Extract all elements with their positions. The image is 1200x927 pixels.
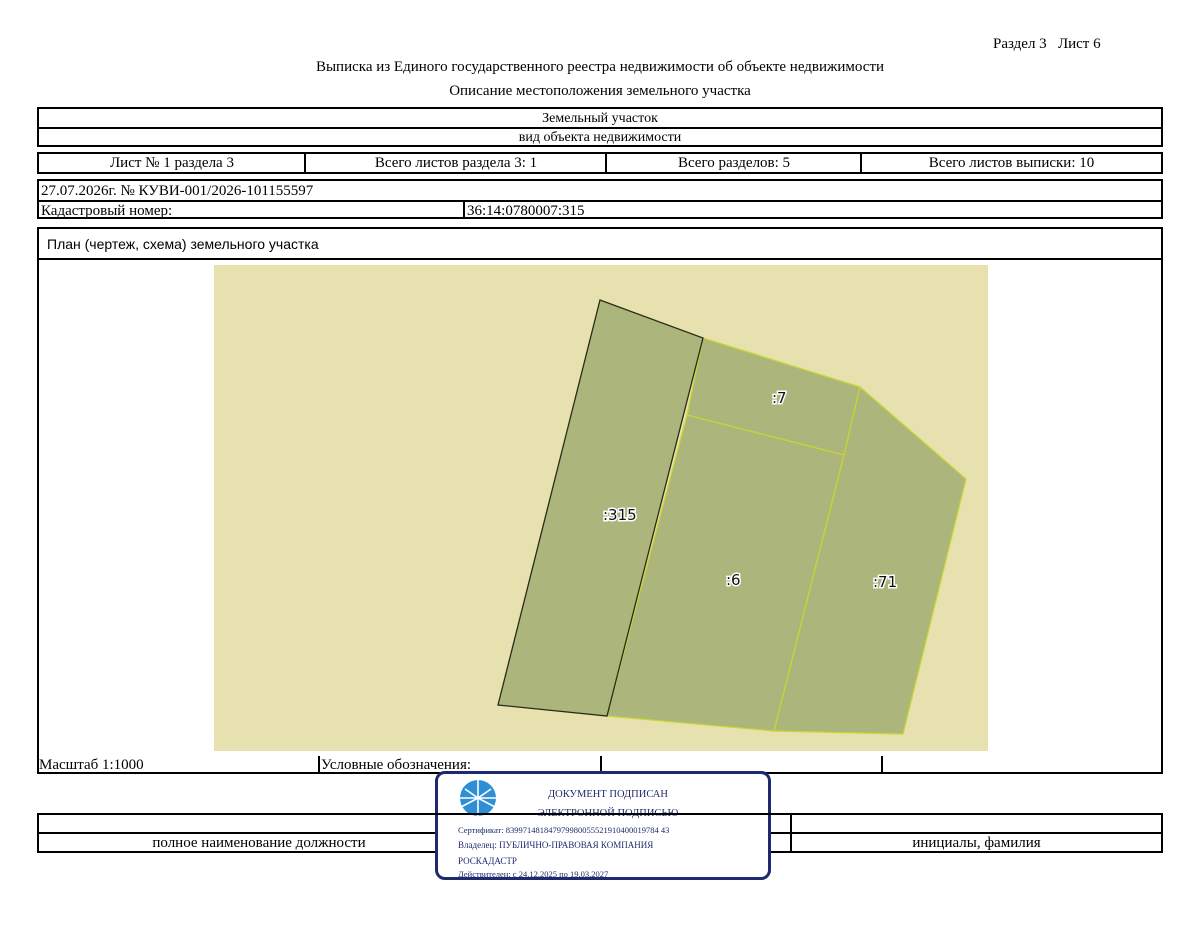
object-type: Земельный участок	[542, 111, 658, 126]
cadastral-number: 36:14:0780007:315	[467, 203, 585, 219]
page-title: Выписка из Единого государственного реес…	[315, 59, 885, 75]
initials-caption: инициалы, фамилия	[912, 835, 1041, 851]
sheets-row: Лист № 1 раздела 3 Всего листов раздела …	[37, 152, 1163, 174]
position-caption: полное наименование должности	[152, 835, 366, 851]
date-number: 27.07.2026г. № КУВИ-001/2026-101155597	[41, 183, 314, 199]
parcel-71-label: :71	[873, 573, 897, 591]
total-section-sheets: Всего листов раздела 3: 1	[374, 155, 538, 171]
sheet-number: Лист 6	[1057, 36, 1101, 52]
stamp-certificate: Сертификат: 8399714818479799800555219104…	[458, 825, 670, 835]
section-number: Раздел 3 Лист 6	[993, 36, 1101, 52]
parcel-7-label: :7	[772, 389, 787, 407]
stamp-valid: Действителен: с 24.12.2025 по 19.03.2027	[458, 869, 609, 879]
plan-drawing: :315 :7 :6 :71	[214, 265, 988, 751]
parcel-315-label: :315	[603, 506, 637, 524]
total-sections: Всего разделов: 5	[677, 155, 791, 171]
object-type-table: Земельный участок вид объекта недвижимос…	[37, 107, 1163, 147]
plan-title: План (чертеж, схема) земельного участка	[47, 236, 319, 252]
stamp-line1: ДОКУМЕНТ ПОДПИСАН	[548, 789, 668, 800]
sheet-no: Лист № 1 раздела 3	[110, 155, 234, 171]
cadastral-label: Кадастровый номер:	[41, 203, 173, 219]
roskadastr-logo-icon	[460, 780, 496, 816]
stamp-owner-2: РОСКАДАСТР	[458, 856, 517, 866]
signature-stamp: ДОКУМЕНТ ПОДПИСАН ЭЛЕКТРОННОЙ ПОДПИСЬЮ С…	[435, 771, 771, 880]
stamp-owner: Владелец: ПУБЛИЧНО-ПРАВОВАЯ КОМПАНИЯ	[458, 840, 654, 850]
total-extract-sheets: Всего листов выписки: 10	[928, 155, 1095, 171]
cadastral-table: 27.07.2026г. № КУВИ-001/2026-101155597 К…	[37, 179, 1163, 219]
page-subtitle: Описание местоположения земельного участ…	[449, 83, 751, 99]
scale: Масштаб 1:1000	[39, 757, 144, 773]
parcel-6-label: :6	[726, 571, 741, 589]
plan-box: План (чертеж, схема) земельного участка …	[37, 227, 1163, 774]
object-type-caption: вид объекта недвижимости	[518, 130, 682, 145]
